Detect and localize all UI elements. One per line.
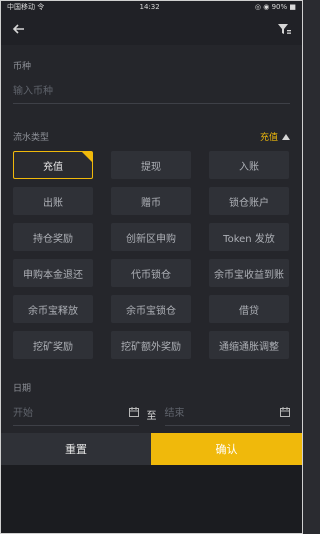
reset-button[interactable]: 重置 bbox=[1, 433, 151, 465]
battery-status: ◎ ◉ 90% ■ bbox=[254, 3, 296, 11]
chip-deposit[interactable]: 充值 bbox=[13, 151, 93, 179]
chip-token-lock[interactable]: 代币锁仓 bbox=[111, 259, 191, 287]
flow-type-grid: 充值 提现 入账 出账 赠币 锁仓账户 持仓奖励 创新区申购 Token 发放 … bbox=[1, 143, 302, 359]
chip-yield-lock[interactable]: 余币宝锁仓 bbox=[111, 295, 191, 323]
carrier: 中国移动 令 bbox=[7, 3, 45, 11]
coin-label: 币种 bbox=[13, 62, 32, 72]
top-bar bbox=[1, 13, 302, 45]
chip-mining-extra-reward[interactable]: 挖矿额外奖励 bbox=[111, 331, 191, 359]
filter-screen: 中国移动 令 14:32 ◎ ◉ 90% ■ 币种 输入币种 流水类型 充值 充… bbox=[0, 0, 303, 534]
chip-outgoing[interactable]: 出账 bbox=[13, 187, 93, 215]
flow-type-selected: 充值 bbox=[259, 133, 278, 143]
end-date-field[interactable]: 结束 bbox=[164, 400, 290, 426]
chip-holding-reward[interactable]: 持仓奖励 bbox=[13, 223, 93, 251]
flow-type-toggle[interactable]: 充值 bbox=[260, 130, 290, 143]
chip-token-distribution[interactable]: Token 发放 bbox=[209, 223, 289, 251]
chip-innovation-subscription[interactable]: 创新区申购 bbox=[111, 223, 191, 251]
status-bar: 中国移动 令 14:32 ◎ ◉ 90% ■ bbox=[1, 1, 302, 13]
date-separator: 至 bbox=[146, 411, 157, 422]
chip-income[interactable]: 入账 bbox=[209, 151, 289, 179]
date-range: 开始 至 结束 bbox=[1, 394, 302, 426]
status-time: 14:32 bbox=[139, 3, 160, 11]
bottom-spacer bbox=[1, 465, 302, 533]
filter-icon[interactable] bbox=[276, 21, 292, 37]
confirm-button[interactable]: 确认 bbox=[151, 433, 302, 465]
footer-actions: 重置 确认 bbox=[1, 433, 302, 465]
calendar-icon[interactable] bbox=[280, 406, 290, 417]
flow-type-header: 流水类型 充值 bbox=[1, 130, 302, 143]
flow-type-label: 流水类型 bbox=[13, 133, 50, 143]
end-date-placeholder: 结束 bbox=[164, 408, 185, 419]
start-date-placeholder: 开始 bbox=[13, 408, 33, 419]
start-date-field[interactable]: 开始 bbox=[13, 400, 139, 426]
chip-yield-arrival[interactable]: 余币宝收益到账 bbox=[209, 259, 289, 287]
chip-lending[interactable]: 借贷 bbox=[209, 295, 289, 323]
chip-yield-release[interactable]: 余币宝释放 bbox=[13, 295, 93, 323]
calendar-icon[interactable] bbox=[128, 406, 139, 417]
chip-withdraw[interactable]: 提现 bbox=[111, 151, 191, 179]
chip-mining-reward[interactable]: 挖矿奖励 bbox=[13, 331, 93, 359]
chip-locked-account[interactable]: 锁仓账户 bbox=[209, 187, 289, 215]
chip-supply-adjustment[interactable]: 通缩通胀调整 bbox=[209, 331, 289, 359]
chip-principal-refund[interactable]: 申购本金退还 bbox=[13, 259, 93, 287]
triangle-up-icon bbox=[282, 133, 290, 140]
coin-input[interactable]: 输入币种 bbox=[13, 80, 290, 104]
arrow-left-icon[interactable] bbox=[11, 21, 27, 37]
chip-gift[interactable]: 赠币 bbox=[111, 187, 191, 215]
date-label: 日期 bbox=[13, 384, 32, 394]
